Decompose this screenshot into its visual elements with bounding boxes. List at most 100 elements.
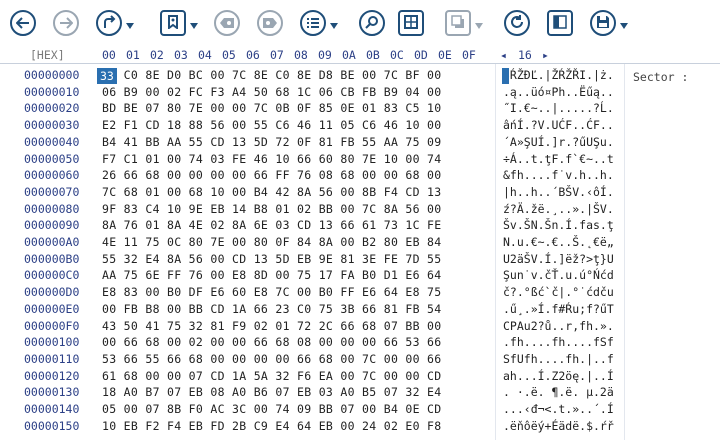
row-ascii[interactable]: &fh....f˙v.h..h.	[503, 168, 614, 182]
panel-button[interactable]	[547, 8, 573, 38]
ascii-caret	[502, 68, 509, 84]
back-button[interactable]	[10, 8, 36, 38]
list-dropdown[interactable]	[329, 8, 339, 38]
hex-row: 00000080 9F 83 C4 10 9E EB 14 B8 01 02 BB…	[0, 202, 720, 219]
hex-row: 00000150 10 EB F2 F4 EB FD 2B C9 E4 64 EB…	[0, 419, 720, 436]
column-header: 08	[294, 48, 308, 62]
sector-label: Sector :	[633, 70, 689, 84]
row-hex-bytes[interactable]: 61 68 00 00 07 CD 1A 5A 32 F6 EA 00 7C 0…	[102, 369, 442, 383]
row-ascii[interactable]: .ëňôëý+Éädë.$.ŕř	[503, 419, 614, 433]
row-ascii[interactable]: ź?Ä.žë.¸..».|ŠV.	[503, 202, 614, 216]
row-address: 00000090	[24, 218, 80, 233]
hex-row: 00000120 61 68 00 00 07 CD 1A 5A 32 F6 EA…	[0, 369, 720, 386]
caret-down-icon	[620, 14, 628, 33]
copy-button[interactable]	[445, 8, 471, 38]
row-ascii[interactable]: 3ŔŽĐĽ.|ŽŔŽŘI.|ż.	[503, 68, 614, 82]
caret-down-icon	[330, 14, 338, 33]
prev-bookmark-button[interactable]	[214, 8, 240, 38]
row-hex-bytes[interactable]: 18 A0 B7 07 EB 08 A0 B6 07 EB 03 A0 B5 0…	[102, 385, 442, 399]
row-ascii[interactable]: . ·.ë. ¶.ë. µ.2ä	[503, 385, 614, 399]
copy-dropdown[interactable]	[474, 8, 484, 38]
caret-down-icon	[475, 14, 483, 33]
row-hex-bytes[interactable]: 10 EB F2 F4 EB FD 2B C9 E4 64 EB 00 24 0…	[102, 419, 442, 433]
copy-icon	[451, 14, 465, 33]
forward-button[interactable]	[53, 8, 79, 38]
row-address: 00000140	[24, 402, 80, 416]
row-hex-bytes[interactable]: 00 66 68 00 02 00 00 66 68 08 00 00 00 6…	[102, 335, 442, 349]
save-button[interactable]	[590, 8, 616, 38]
hex-row: 00000130 18 A0 B7 07 EB 08 A0 B6 07 EB 03…	[0, 385, 720, 402]
column-header: 06	[246, 48, 260, 62]
toolbar	[0, 0, 720, 46]
tag-right-icon	[262, 14, 278, 33]
row-hex-bytes[interactable]: 00 FB B8 00 BB CD 1A 66 23 C0 75 3B 66 8…	[102, 302, 442, 316]
bookmark-button[interactable]	[160, 8, 186, 38]
column-header: 00	[102, 48, 116, 62]
width-increase-icon[interactable]: ▸	[542, 48, 549, 62]
row-hex-bytes[interactable]: 8A 76 01 8A 4E 02 8A 6E 03 CD 13 66 61 7…	[102, 218, 442, 232]
row-address: 00000050	[24, 151, 80, 166]
row-ascii[interactable]: ÷Á..t.ţF.f`€~..t	[503, 152, 614, 166]
row-hex-bytes[interactable]: E8 83 00 B0 DF E6 60 E8 7C 00 B0 FF E6 6…	[102, 285, 442, 299]
goto-dropdown[interactable]	[125, 8, 135, 38]
column-header: 03	[174, 48, 188, 62]
list-button[interactable]	[300, 8, 326, 38]
bookmark-dropdown[interactable]	[189, 8, 199, 38]
row-address: 000000A0	[24, 235, 80, 249]
column-header: 0E	[438, 48, 452, 62]
row-hex-bytes[interactable]: 7C 68 01 00 68 10 00 B4 42 8A 56 00 8B F…	[102, 185, 442, 199]
save-dropdown[interactable]	[619, 8, 629, 38]
row-ascii[interactable]: ...‹đ¬<.t.»..´.Í	[503, 402, 614, 416]
row-ascii[interactable]: .ą..üó¤Ph..Ëűą..	[503, 85, 614, 99]
row-ascii[interactable]: ˝I.€~..|.....?Ĺ.	[503, 101, 614, 115]
row-hex-bytes[interactable]: 05 00 07 8B F0 AC 3C 00 74 09 BB 07 00 B…	[102, 402, 442, 416]
row-hex-bytes[interactable]: F7 C1 01 00 74 03 FE 46 10 66 60 80 7E 1…	[102, 152, 442, 166]
search-button[interactable]	[359, 8, 385, 38]
goto-button[interactable]	[96, 8, 122, 38]
row-hex-bytes[interactable]: AA 75 6E FF 76 00 E8 8D 00 75 17 FA B0 D…	[102, 268, 442, 282]
row-ascii[interactable]: CPAu2?ů..r,fh.».	[503, 319, 614, 333]
hex-row: 00000030 E2 F1 CD 18 88 56 00 55 C6 46 11…	[0, 118, 720, 135]
row-ascii[interactable]: SfUfh....fh.|..f	[503, 352, 614, 366]
row-ascii[interactable]: |h..h..´BŠV.‹ôÍ.	[503, 185, 614, 199]
row-ascii[interactable]: âńÍ.?V.UĆF..ĆF..	[503, 118, 614, 132]
hex-row: 000000A0 4E 11 75 0C 80 7E 00 80 0F 84 8A…	[0, 235, 720, 252]
hex-row: 00000040 B4 41 BB AA 55 CD 13 5D 72 0F 81…	[0, 135, 720, 152]
row-ascii[interactable]: N.u.€~.€..Š.˛€ë„	[503, 235, 614, 249]
row-address: 000000E0	[24, 301, 80, 316]
hex-row: 000000E0 00 FB B8 00 BB CD 1A 66 23 C0 75…	[0, 302, 720, 319]
column-header: 0F	[462, 48, 476, 62]
row-ascii[interactable]: ah...Í.Z2öę.|..Í	[503, 369, 614, 383]
column-header: 04	[198, 48, 212, 62]
selected-byte-value: 33	[100, 69, 114, 83]
row-address: 00000040	[24, 134, 80, 149]
caret-down-icon	[126, 14, 134, 33]
row-address: 00000000	[24, 68, 80, 82]
row-ascii[interactable]: č?.°ßć`č|.°˙ćdču	[503, 285, 614, 299]
row-hex-bytes[interactable]: 55 32 E4 8A 56 00 CD 13 5D EB 9E 81 3E F…	[102, 252, 442, 266]
row-ascii[interactable]: .fh....fh....fSf	[503, 335, 614, 349]
hex-row: 000000F0 43 50 41 75 32 81 F9 02 01 72 2C…	[0, 319, 720, 336]
row-hex-bytes[interactable]: BD BE 07 80 7E 00 00 7C 0B 0F 85 0E 01 8…	[102, 101, 442, 115]
row-address: 00000120	[24, 368, 80, 383]
row-ascii[interactable]: Şun˙v.čŤ.u.ú°Ńćd	[503, 268, 614, 282]
row-ascii[interactable]: ´A»ŞUÍ.]r.?űUŞu.	[503, 135, 614, 149]
view-button[interactable]	[398, 8, 424, 38]
next-bookmark-button[interactable]	[257, 8, 283, 38]
row-hex-bytes[interactable]: B4 41 BB AA 55 CD 13 5D 72 0F 81 FB 55 A…	[102, 135, 442, 149]
row-address: 00000070	[24, 184, 80, 199]
row-hex-bytes[interactable]: 33 C0 8E D0 BC 00 7C 8E C0 8E D8 BE 00 7…	[102, 68, 442, 82]
width-decrease-icon[interactable]: ◂	[500, 48, 507, 62]
refresh-button[interactable]	[504, 8, 530, 38]
row-hex-bytes[interactable]: 06 B9 00 02 FC F3 A4 50 68 1C 06 CB FB B…	[102, 85, 442, 99]
row-address: 00000010	[24, 84, 80, 99]
row-hex-bytes[interactable]: 9F 83 C4 10 9E EB 14 B8 01 02 BB 00 7C 8…	[102, 202, 442, 216]
row-ascii[interactable]: .ű¸.»Í.f#Ŕu;f?űT	[503, 302, 614, 316]
row-hex-bytes[interactable]: 43 50 41 75 32 81 F9 02 01 72 2C 66 68 0…	[102, 319, 442, 333]
row-hex-bytes[interactable]: 26 66 68 00 00 00 00 66 FF 76 08 68 00 0…	[102, 168, 442, 182]
row-hex-bytes[interactable]: 53 66 55 66 68 00 00 00 00 66 68 00 7C 0…	[102, 352, 442, 366]
row-hex-bytes[interactable]: E2 F1 CD 18 88 56 00 55 C6 46 11 05 C6 4…	[102, 118, 442, 132]
row-ascii[interactable]: Šv.ŠN.Šn.Í.fas.ţ	[503, 218, 614, 232]
row-ascii[interactable]: U2äŠV.Í.]ëž?>ţ}U	[503, 252, 614, 266]
row-hex-bytes[interactable]: 4E 11 75 0C 80 7E 00 80 0F 84 8A 00 B2 8…	[102, 235, 442, 249]
